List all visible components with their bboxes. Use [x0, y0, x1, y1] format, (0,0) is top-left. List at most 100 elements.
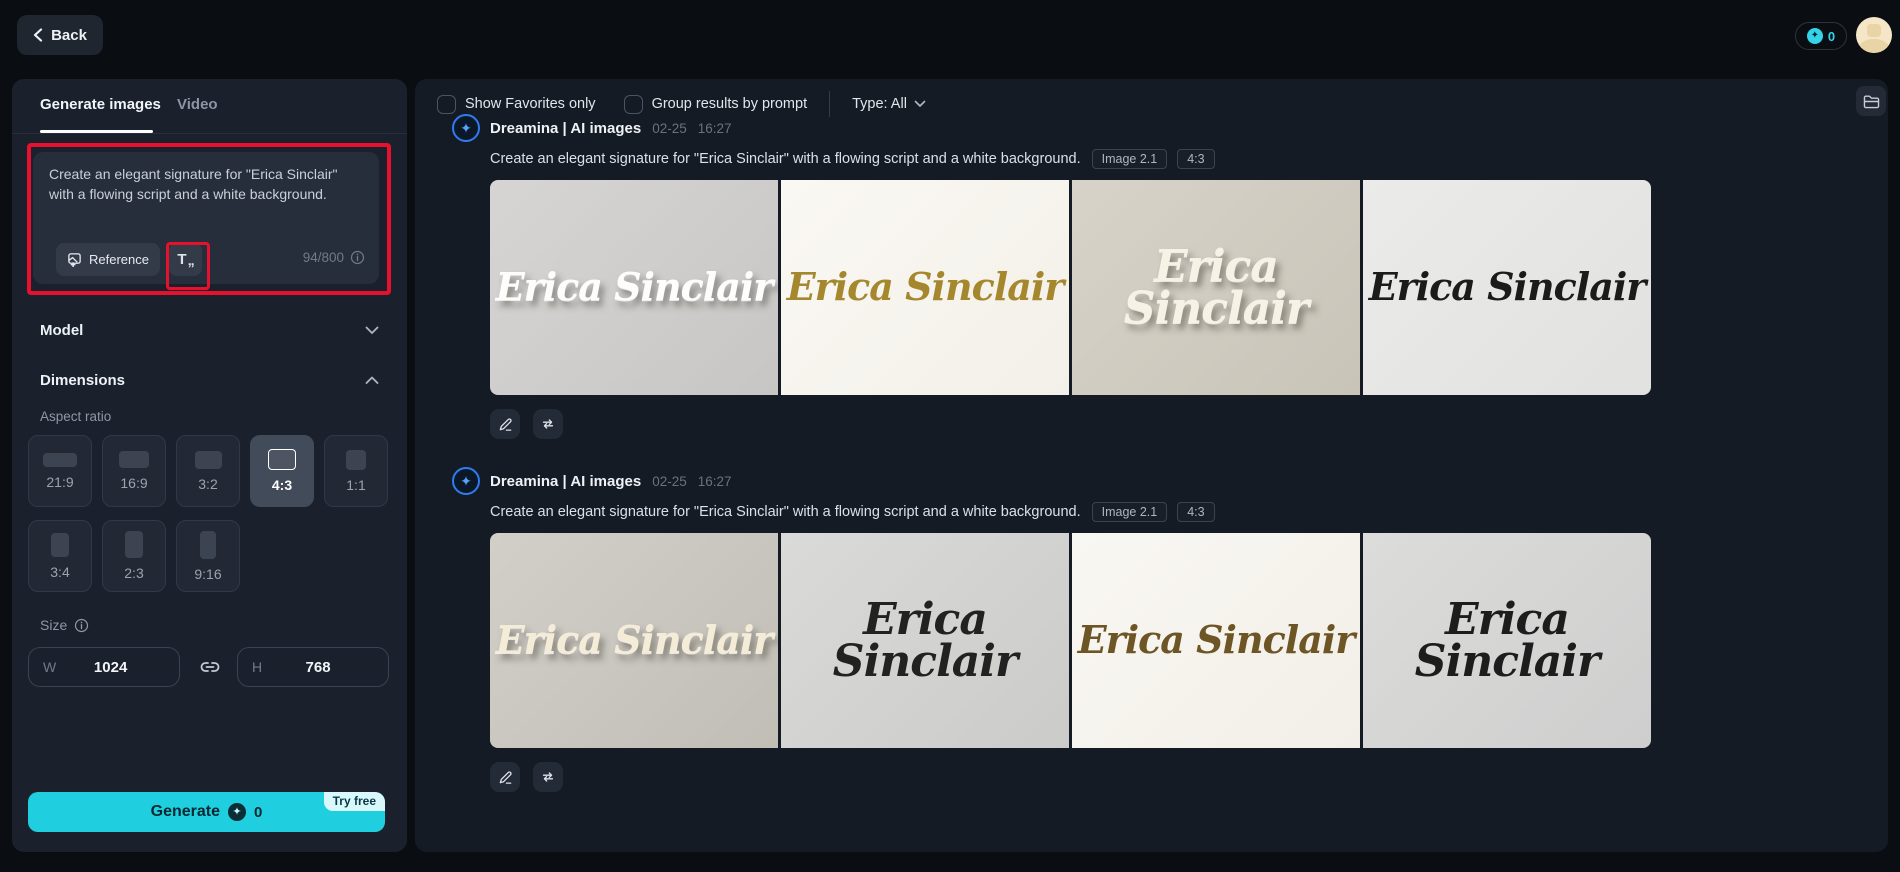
credits-value: 0 — [1827, 28, 1836, 44]
result-time: 16:27 — [697, 473, 732, 489]
tab-generate-images[interactable]: Generate images — [40, 96, 161, 113]
edit-button[interactable] — [490, 409, 520, 439]
chevron-down-icon — [365, 326, 379, 334]
height-label: H — [252, 659, 263, 675]
tab-video[interactable]: Video — [177, 96, 218, 113]
aspect-ratio-3-4[interactable]: 3:4 — [28, 520, 92, 592]
result-image[interactable]: Erica Sinclair — [1363, 180, 1651, 395]
text-quote-button[interactable]: T „ — [169, 243, 202, 276]
aspect-shape-icon — [194, 450, 222, 469]
result-image[interactable]: Erica Sinclair — [1072, 180, 1360, 395]
aspect-ratio-value: 3:4 — [50, 563, 70, 580]
height-value: 768 — [305, 658, 331, 676]
aspect-ratio-1-1[interactable]: 1:1 — [324, 435, 388, 507]
generate-button[interactable]: Generate ✦ 0 Try free — [28, 792, 385, 832]
result-group-header: Dreamina | AI images 02-25 16:27 — [490, 113, 1672, 143]
result-prompt-row: Create an elegant signature for "Erica S… — [490, 146, 1672, 172]
aspect-shape-icon — [51, 532, 69, 557]
back-label: Back — [51, 26, 87, 44]
panel-tabbar: Generate images Video — [12, 79, 407, 134]
result-image[interactable]: Erica Sinclair — [490, 180, 778, 395]
result-badges: Image 2.1 4:3 — [1091, 502, 1215, 522]
aspect-ratio-9-16[interactable]: 9:16 — [176, 520, 240, 592]
signature-text: Erica Sinclair — [786, 264, 1065, 310]
aspect-ratio-grid: 21:9 16:9 3:2 4:3 1:1 3:4 2:3 9:16 — [28, 435, 388, 592]
regenerate-button[interactable] — [533, 409, 563, 439]
app-name: Dreamina | AI images — [490, 119, 642, 137]
aspect-ratio-16-9[interactable]: 16:9 — [102, 435, 166, 507]
avatar-silhouette — [1867, 24, 1881, 37]
type-filter-dropdown[interactable]: Type: All — [852, 96, 926, 112]
result-date: 02-25 — [652, 473, 687, 489]
credits-badge[interactable]: ✦ 0 — [1795, 22, 1847, 50]
generation-panel: Generate images Video Create an elegant … — [12, 79, 407, 852]
group-results-label: Group results by prompt — [651, 96, 808, 112]
show-favorites-checkbox[interactable] — [437, 94, 456, 114]
size-info-icon[interactable] — [74, 618, 89, 633]
prompt-card: Create an elegant signature for "Erica S… — [33, 152, 379, 284]
assets-folder-button[interactable] — [1856, 86, 1886, 116]
width-field[interactable]: W 1024 — [28, 647, 180, 687]
repeat-icon — [542, 772, 554, 782]
result-image[interactable]: Erica Sinclair — [781, 533, 1069, 748]
generate-credit-icon: ✦ — [228, 803, 247, 821]
generate-label: Generate — [150, 803, 221, 820]
group-results-checkbox[interactable] — [623, 94, 643, 114]
text-quote-icon: T — [177, 251, 187, 268]
regenerate-button[interactable] — [533, 762, 563, 792]
active-tab-underline — [40, 130, 153, 133]
signature-text: Erica Sinclair — [832, 593, 1018, 687]
add-image-icon — [68, 253, 81, 267]
aspect-ratio-value: 2:3 — [124, 565, 144, 581]
model-section-toggle[interactable]: Model — [40, 316, 379, 344]
result-badge: Image 2.1 — [1091, 502, 1168, 522]
aspect-ratio-2-3[interactable]: 2:3 — [102, 520, 166, 592]
aspect-ratio-value: 4:3 — [271, 477, 293, 493]
reference-button[interactable]: Reference — [56, 243, 160, 276]
aspect-shape-icon — [43, 452, 77, 467]
chevron-left-icon — [33, 28, 43, 42]
avatar[interactable] — [1856, 17, 1892, 53]
result-date: 02-25 — [652, 120, 687, 136]
aspect-ratio-value: 16:9 — [120, 475, 148, 491]
signature-text: Erica Sinclair — [1077, 617, 1356, 663]
aspect-shape-icon — [200, 530, 216, 559]
signature-text: Erica Sinclair — [1123, 240, 1309, 334]
credit-star-icon: ✦ — [1806, 28, 1823, 44]
folder-icon — [1863, 94, 1879, 108]
info-icon[interactable] — [350, 250, 365, 265]
aspect-ratio-3-2[interactable]: 3:2 — [176, 435, 240, 507]
result-image[interactable]: Erica Sinclair — [1072, 533, 1360, 748]
signature-text: Erica Sinclair — [1368, 264, 1647, 310]
width-label: W — [43, 659, 57, 675]
aspect-ratio-value: 3:2 — [198, 475, 218, 492]
result-image[interactable]: Erica Sinclair — [490, 533, 778, 748]
width-value: 1024 — [93, 658, 128, 676]
dimensions-section-toggle[interactable]: Dimensions — [40, 366, 379, 394]
height-field[interactable]: H 768 — [237, 647, 389, 687]
result-image[interactable]: Erica Sinclair — [1363, 533, 1651, 748]
aspect-ratio-4-3[interactable]: 4:3 — [250, 435, 314, 507]
edit-button[interactable] — [490, 762, 520, 792]
result-prompt: Create an elegant signature for "Erica S… — [490, 151, 1081, 167]
result-group-header: Dreamina | AI images 02-25 16:27 — [490, 466, 1672, 496]
result-badge: 4:3 — [1177, 502, 1215, 522]
result-image[interactable]: Erica Sinclair — [781, 180, 1069, 395]
type-filter-label: Type: All — [852, 96, 907, 112]
result-image-row: Erica Sinclair Erica Sinclair Erica Sinclai… — [490, 180, 1651, 395]
result-actions — [490, 762, 1672, 792]
aspect-ratio-value: 9:16 — [194, 565, 222, 582]
prompt-input[interactable]: Create an elegant signature for "Erica S… — [47, 162, 363, 232]
link-dimensions-icon[interactable] — [198, 657, 222, 677]
pencil-icon — [499, 417, 512, 431]
aspect-ratio-label: Aspect ratio — [40, 409, 112, 424]
repeat-icon — [542, 419, 554, 429]
try-free-badge: Try free — [323, 792, 385, 811]
chevron-down-icon — [914, 100, 926, 107]
result-badges: Image 2.1 4:3 — [1091, 149, 1215, 169]
result-prompt: Create an elegant signature for "Erica S… — [490, 504, 1081, 520]
aspect-ratio-21-9[interactable]: 21:9 — [28, 435, 92, 507]
show-favorites-label: Show Favorites only — [465, 96, 596, 112]
aspect-ratio-value: 21:9 — [46, 473, 74, 490]
back-button[interactable]: Back — [17, 15, 103, 55]
